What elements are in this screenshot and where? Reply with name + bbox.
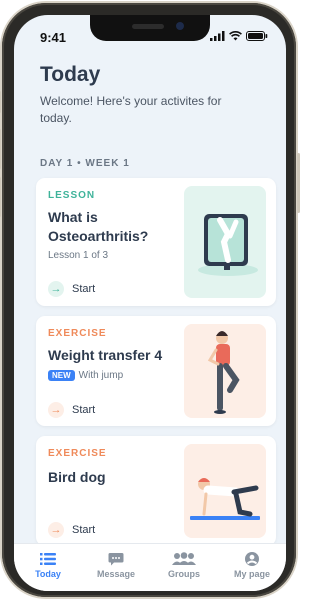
arrow-right-icon: → [48,281,64,297]
power-button [297,153,300,213]
status-time: 9:41 [40,30,67,45]
chat-icon [108,553,124,566]
start-label: Start [72,524,96,536]
signal-icon [210,31,225,41]
start-button[interactable]: → Start [48,281,95,297]
phone-frame: 9:41 Today Welcome! Here's your activite… [0,3,300,597]
groups-icon [172,552,196,565]
list-icon [40,553,56,565]
camera [176,22,184,30]
notch [90,15,210,41]
card-title: What is Osteoarthritis? [48,209,149,244]
battery-icon [246,31,268,41]
mute-switch [0,91,1,113]
lesson-card[interactable]: LESSON What is Osteoarthritis? Lesson 1 … [36,178,276,306]
day-week-label: DAY 1 • WEEK 1 [40,158,130,169]
card-title: Bird dog [48,469,106,485]
tab-label: My page [233,569,270,579]
page-subtitle: Welcome! Here's your activites for today… [40,94,222,125]
tab-message[interactable]: Message [82,544,150,591]
exercise-card-bird-dog[interactable]: EXERCISE Bird dog → Start [36,436,276,546]
woman-standing-exercise-illustration [184,324,266,418]
profile-icon [245,552,259,566]
speaker [132,24,164,29]
card-kind-label: LESSON [48,190,96,201]
card-meta: NEW With jump [48,370,123,381]
arrow-right-icon: → [48,402,64,418]
start-label: Start [72,404,96,416]
card-kind-label: EXERCISE [48,448,107,459]
card-meta: Lesson 1 of 3 [48,250,109,261]
card-kind-label: EXERCISE [48,328,107,339]
card-meta-text: With jump [78,370,124,381]
arrow-right-icon: → [48,522,64,538]
card-title: Weight transfer 4 [48,347,163,363]
page-title: Today [40,63,101,86]
tab-label: Message [96,569,136,579]
screen: 9:41 Today Welcome! Here's your activite… [14,15,286,591]
tab-my-page[interactable]: My page [218,544,286,591]
bird-dog-exercise-illustration [184,444,266,538]
volume-up-button [0,129,1,169]
new-badge: NEW [48,370,75,381]
wifi-icon [229,31,242,41]
status-icons [210,31,268,41]
tab-label: Groups [167,569,200,579]
knee-xray-illustration [184,186,266,298]
start-button[interactable]: → Start [48,402,95,418]
start-button[interactable]: → Start [48,522,95,538]
start-label: Start [72,283,96,295]
tab-bar: Today Message Groups My page [14,543,286,591]
volume-down-button [0,177,1,217]
tab-today[interactable]: Today [14,544,82,591]
tab-label: Today [35,569,61,579]
exercise-card-weight-transfer[interactable]: EXERCISE Weight transfer 4 NEW With jump … [36,316,276,426]
tab-groups[interactable]: Groups [150,544,218,591]
